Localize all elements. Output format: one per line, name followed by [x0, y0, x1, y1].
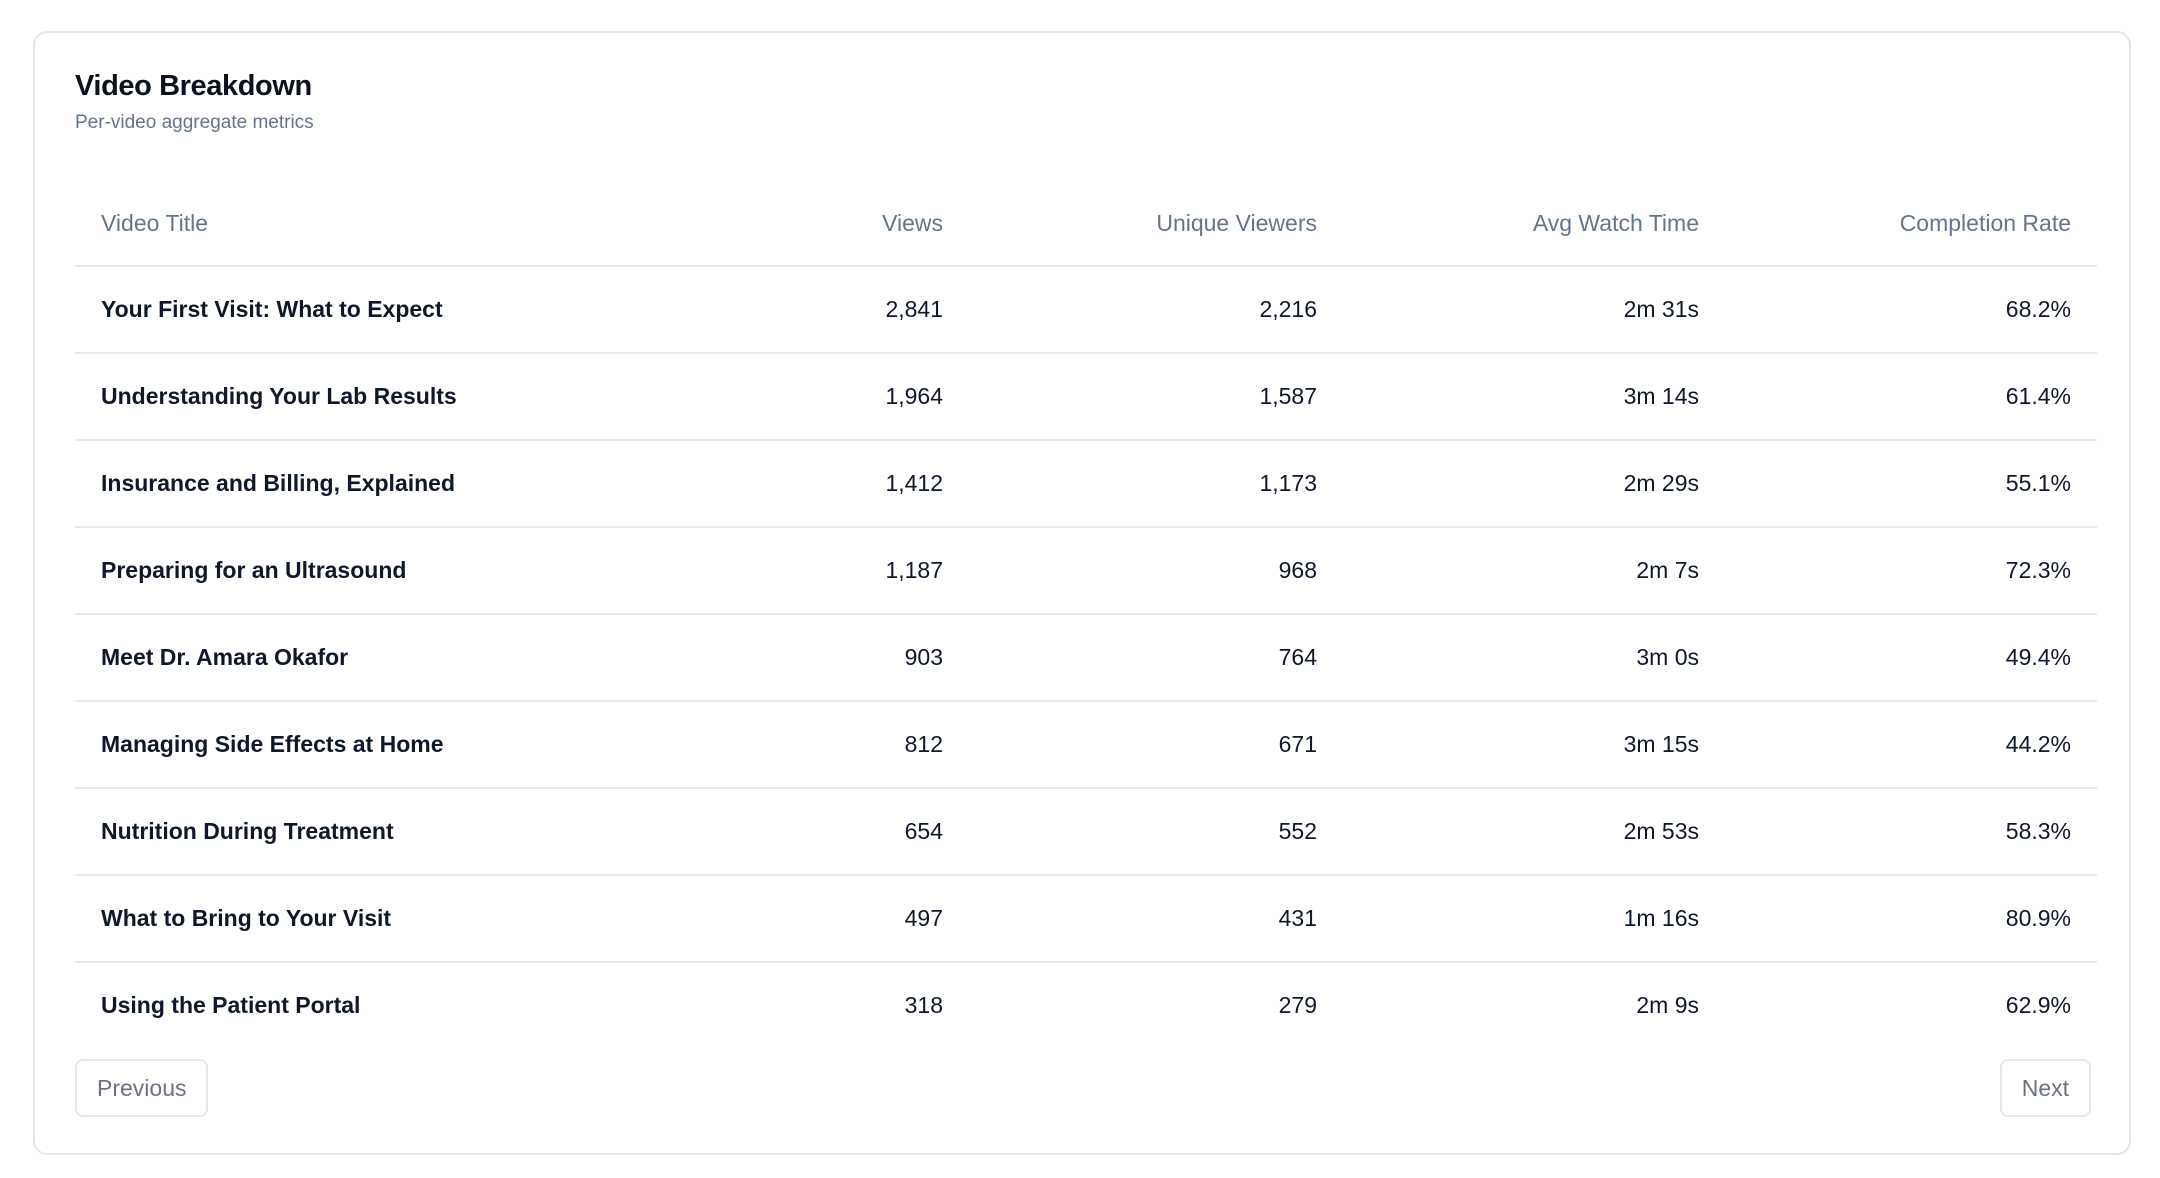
avg-watch-time-cell: 1m 16s [1343, 875, 1725, 963]
unique-viewers-cell: 1,173 [969, 440, 1343, 528]
video-title-cell: Understanding Your Lab Results [75, 353, 747, 441]
avg-watch-time-cell: 2m 53s [1343, 788, 1725, 876]
table-row[interactable]: Using the Patient Portal 318 279 2m 9s 6… [75, 962, 2097, 1048]
views-cell: 654 [747, 788, 969, 876]
avg-watch-time-cell: 3m 14s [1343, 353, 1725, 441]
avg-watch-time-cell: 2m 31s [1343, 266, 1725, 354]
card-header: Video Breakdown Per-video aggregate metr… [75, 69, 314, 134]
video-title-cell: Using the Patient Portal [101, 992, 361, 1018]
unique-viewers-cell: 968 [969, 527, 1343, 615]
video-title-cell: Preparing for an Ultrasound [75, 527, 747, 615]
avg-watch-time-cell: 2m 29s [1343, 440, 1725, 528]
completion-rate-cell: 58.3% [1725, 788, 2097, 876]
avg-watch-time-cell: 2m 9s [1636, 992, 1699, 1018]
table-row[interactable]: What to Bring to Your Visit 497 431 1m 1… [75, 875, 2097, 963]
completion-rate-cell: 72.3% [1725, 527, 2097, 615]
unique-viewers-cell: 552 [969, 788, 1343, 876]
column-header-avg-watch-time[interactable]: Avg Watch Time [1343, 181, 1725, 267]
table-row[interactable]: Meet Dr. Amara Okafor 903 764 3m 0s 49.4… [75, 614, 2097, 702]
video-title-cell: Meet Dr. Amara Okafor [75, 614, 747, 702]
video-title-cell: What to Bring to Your Visit [75, 875, 747, 963]
video-title-cell: Your First Visit: What to Expect [75, 266, 747, 354]
avg-watch-time-cell: 2m 7s [1343, 527, 1725, 615]
video-title-cell: Managing Side Effects at Home [75, 701, 747, 789]
previous-page-button[interactable]: Previous [75, 1059, 209, 1117]
views-cell: 318 [904, 992, 943, 1018]
table-row[interactable]: Managing Side Effects at Home 812 671 3m… [75, 701, 2097, 789]
table-row[interactable]: Preparing for an Ultrasound 1,187 968 2m… [75, 527, 2097, 615]
video-breakdown-table: Video Title Views Unique Viewers Avg Wat… [75, 181, 2097, 1048]
unique-viewers-cell: 431 [969, 875, 1343, 963]
views-cell: 2,841 [747, 266, 969, 354]
video-title-cell: Insurance and Billing, Explained [75, 440, 747, 528]
table-row[interactable]: Nutrition During Treatment 654 552 2m 53… [75, 788, 2097, 876]
completion-rate-cell: 80.9% [1725, 875, 2097, 963]
column-header-views[interactable]: Views [747, 181, 969, 267]
video-title-cell: Nutrition During Treatment [75, 788, 747, 876]
unique-viewers-cell: 2,216 [969, 266, 1343, 354]
table-header-row: Video Title Views Unique Viewers Avg Wat… [75, 181, 2097, 267]
avg-watch-time-cell: 3m 15s [1343, 701, 1725, 789]
views-cell: 812 [747, 701, 969, 789]
completion-rate-cell: 44.2% [1725, 701, 2097, 789]
completion-rate-cell: 55.1% [1725, 440, 2097, 528]
table-header: Video Title Views Unique Viewers Avg Wat… [75, 181, 2097, 267]
table-row[interactable]: Insurance and Billing, Explained 1,412 1… [75, 440, 2097, 528]
card-title: Video Breakdown [75, 70, 312, 102]
views-cell: 1,964 [747, 353, 969, 441]
views-cell: 497 [747, 875, 969, 963]
unique-viewers-cell: 1,587 [969, 353, 1343, 441]
table-row[interactable]: Your First Visit: What to Expect 2,841 2… [75, 266, 2097, 354]
table-row[interactable]: Understanding Your Lab Results 1,964 1,5… [75, 353, 2097, 441]
views-cell: 1,412 [747, 440, 969, 528]
avg-watch-time-cell: 3m 0s [1343, 614, 1725, 702]
column-header-completion-rate[interactable]: Completion Rate [1725, 181, 2097, 267]
unique-viewers-cell: 279 [1278, 992, 1317, 1018]
completion-rate-cell: 68.2% [1725, 266, 2097, 354]
column-header-unique-viewers[interactable]: Unique Viewers [969, 181, 1343, 267]
column-header-video-title[interactable]: Video Title [75, 181, 747, 267]
next-page-button[interactable]: Next [1999, 1059, 2091, 1117]
unique-viewers-cell: 671 [969, 701, 1343, 789]
views-cell: 903 [747, 614, 969, 702]
card-subtitle: Per-video aggregate metrics [75, 111, 314, 133]
completion-rate-cell: 61.4% [1725, 353, 2097, 441]
video-breakdown-card: Video Breakdown Per-video aggregate metr… [33, 31, 2131, 1155]
views-cell: 1,187 [747, 527, 969, 615]
completion-rate-cell: 49.4% [1725, 614, 2097, 702]
table-body: Your First Visit: What to Expect 2,841 2… [75, 266, 2097, 1048]
completion-rate-cell: 62.9% [2005, 992, 2071, 1018]
unique-viewers-cell: 764 [969, 614, 1343, 702]
